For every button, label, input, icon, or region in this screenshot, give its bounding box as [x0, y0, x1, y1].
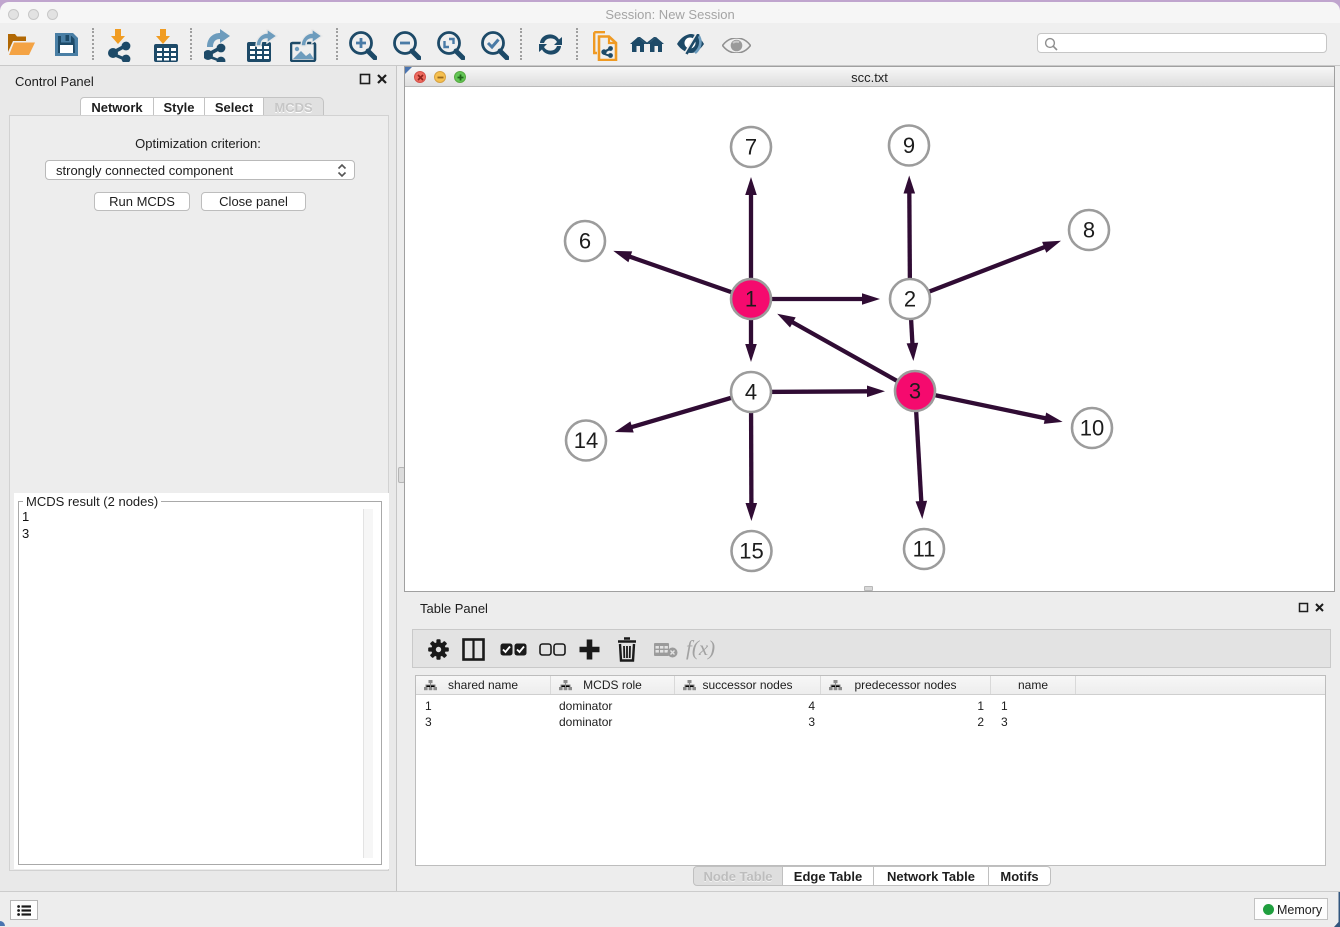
svg-text:2: 2 — [904, 287, 916, 312]
svg-text:10: 10 — [1080, 416, 1104, 441]
svg-text:14: 14 — [574, 428, 598, 453]
svg-text:8: 8 — [1083, 218, 1095, 243]
svg-text:9: 9 — [903, 133, 915, 158]
svg-text:1: 1 — [745, 287, 757, 312]
svg-text:4: 4 — [745, 380, 757, 405]
svg-text:15: 15 — [739, 539, 763, 564]
svg-text:3: 3 — [909, 379, 921, 404]
svg-text:7: 7 — [745, 135, 757, 160]
svg-text:11: 11 — [913, 537, 936, 562]
svg-text:6: 6 — [579, 229, 591, 254]
